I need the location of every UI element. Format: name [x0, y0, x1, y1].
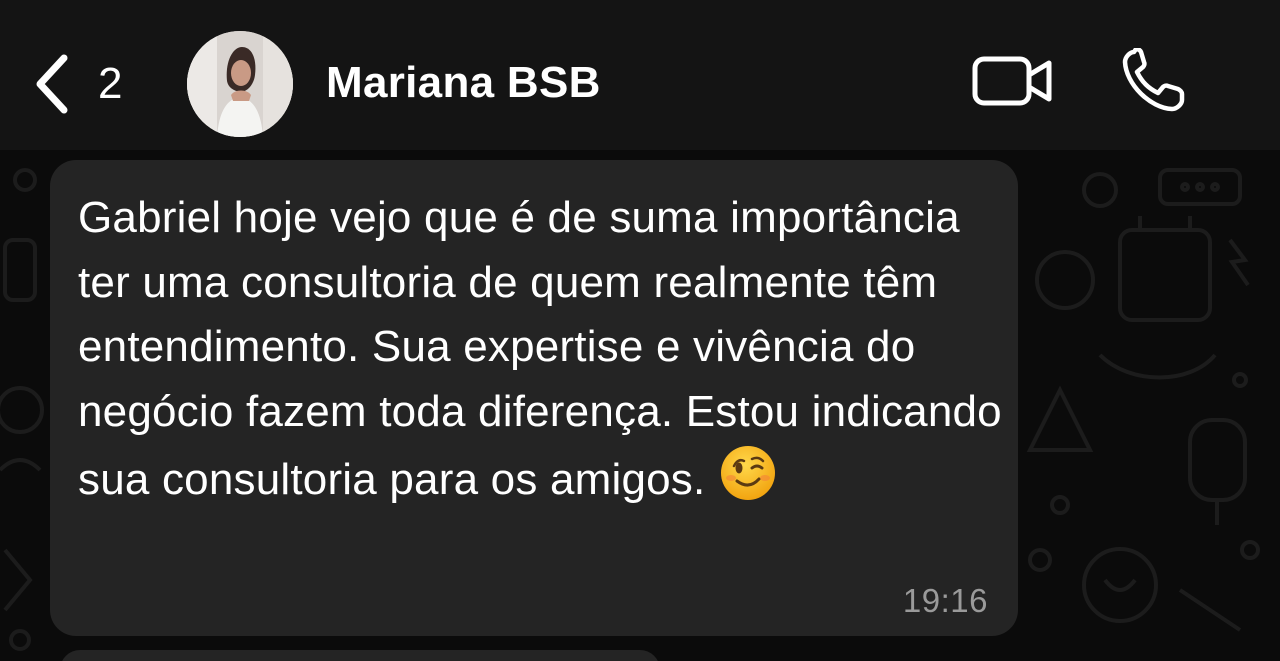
- video-camera-icon: [972, 56, 1052, 106]
- back-button[interactable]: 2: [34, 52, 144, 116]
- unread-count: 2: [98, 59, 123, 108]
- next-message-bubble[interactable]: [60, 650, 660, 661]
- video-call-button[interactable]: [972, 55, 1054, 107]
- chat-area[interactable]: Gabriel hoje vejo que é de suma importân…: [0, 150, 1280, 661]
- chevron-left-icon: [36, 54, 68, 114]
- voice-call-button[interactable]: [1120, 46, 1188, 114]
- contact-name[interactable]: Mariana BSB: [326, 58, 601, 108]
- message-timestamp: 19:16: [902, 582, 988, 619]
- winking-face-icon: [719, 444, 777, 521]
- phone-icon: [1122, 46, 1185, 112]
- chat-header: 2 Mariana BSB: [0, 0, 1280, 150]
- message-body: Gabriel hoje vejo que é de suma importân…: [78, 193, 1002, 504]
- message-bubble[interactable]: Gabriel hoje vejo que é de suma importân…: [50, 160, 1018, 636]
- avatar-photo: [187, 31, 293, 137]
- avatar[interactable]: [187, 31, 293, 137]
- message-text: Gabriel hoje vejo que é de suma importân…: [78, 186, 1003, 521]
